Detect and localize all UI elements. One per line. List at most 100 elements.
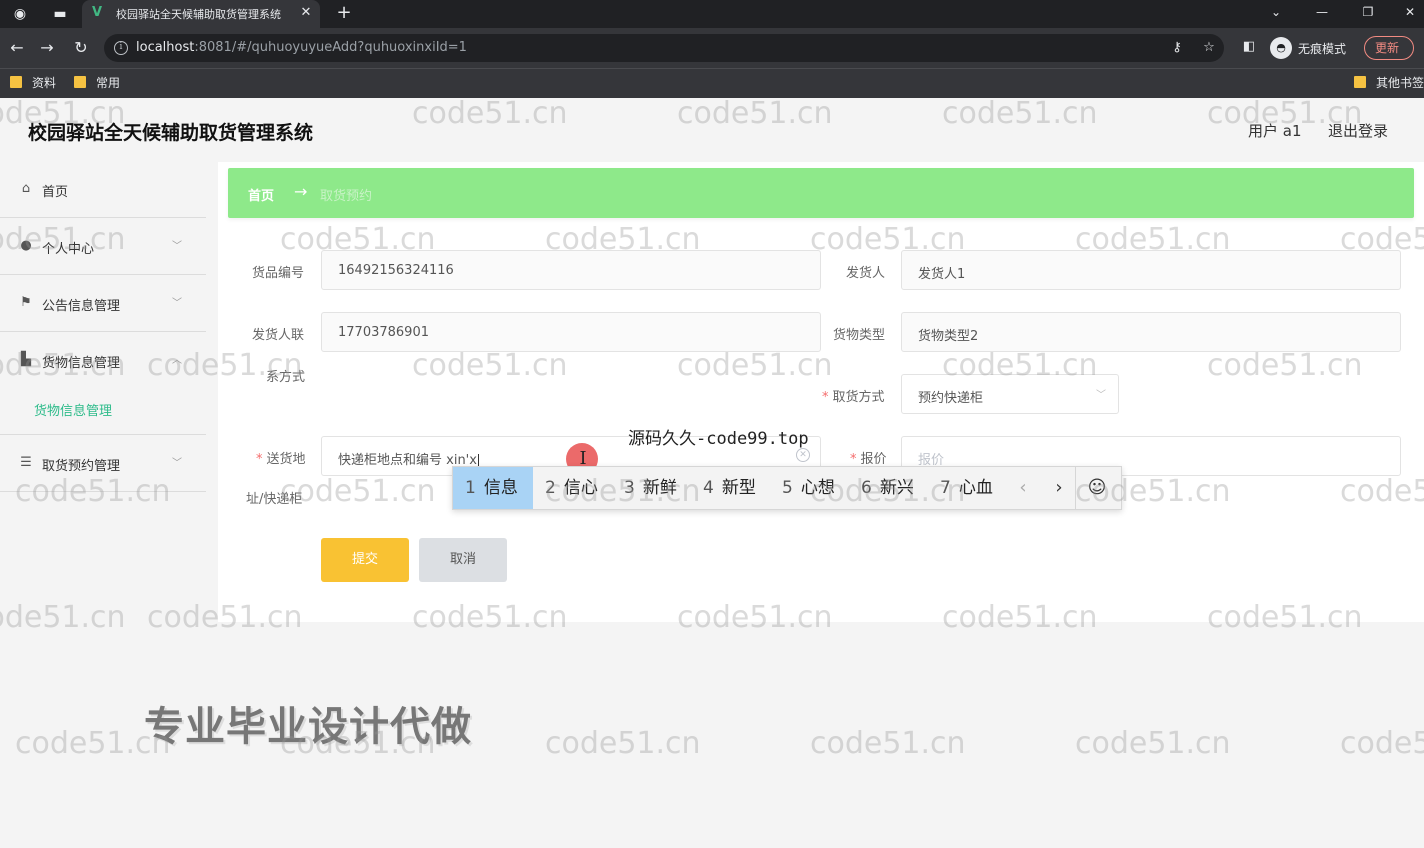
emoji-icon[interactable]: ☺ [1085,476,1109,500]
ime-prev-icon[interactable]: ‹ [1009,467,1037,509]
minimize-icon[interactable]: — [1308,2,1336,22]
restore-icon[interactable]: ❐ [1354,2,1382,22]
sidebar-item-label: 货物信息管理 [42,356,121,371]
breadcrumb-home[interactable]: 首页 [248,185,274,204]
sidebar-item-pickup[interactable]: ☰ 取货预约管理 ﹀ [0,436,206,492]
submit-button[interactable]: 提交 [321,538,409,582]
ime-candidate[interactable]: 7 心血 [940,467,993,509]
pickup-method-label-text: 取货方式 [832,390,885,405]
ime-separator [1075,467,1076,509]
app-title: 校园驿站全天候辅助取货管理系统 [28,122,314,144]
browser-tab-bar: ◉ ▬ V 校园驿站全天候辅助取货管理系统 ✕ + ⌄ — ❐ ✕ [0,0,1424,28]
sender-field[interactable]: 发货人1 [901,250,1401,290]
address-bar[interactable]: i localhost:8081/#/quhuoyuyueAdd?quhuoxi… [104,34,1224,62]
required-mark: * [850,452,857,467]
ime-candidate-bar: 1 信息 2 信心 3 新鲜 4 新型 5 心想 6 新兴 7 心血 ‹ › ☺ [452,466,1122,510]
bookmark-folder[interactable]: 常用 [74,74,134,92]
ime-candidate[interactable]: 2 信心 [545,467,598,509]
sidebar-item-personal[interactable]: ● 个人中心 ﹀ [0,219,206,275]
required-mark: * [256,452,263,467]
sidebar-item-label: 公告信息管理 [42,299,121,314]
goods-no-value: 16492156324116 [338,263,454,278]
sidebar-item-announcements[interactable]: ⚑ 公告信息管理 ﹀ [0,276,206,332]
breadcrumb-separator: → [294,182,308,201]
goods-type-value: 货物类型2 [918,329,979,344]
tab-search-icon[interactable]: ▬ [50,4,70,24]
address-label: * 送货地 [256,448,306,467]
reload-icon[interactable]: ↻ [70,38,92,58]
folder-icon [10,76,22,88]
url-text: localhost:8081/#/quhuoyuyueAdd?quhuoxinx… [136,40,467,56]
bookmark-label: 常用 [96,76,121,90]
sidebar-item-label: 个人中心 [42,242,95,257]
ime-candidate-num: 3 [624,478,635,498]
cancel-button[interactable]: 取消 [419,538,507,582]
ime-next-icon[interactable]: › [1045,467,1073,509]
browser-tab-active[interactable]: V 校园驿站全天候辅助取货管理系统 ✕ [82,0,320,28]
close-window-icon[interactable]: ✕ [1396,2,1424,22]
sidebar-item-goods[interactable]: ▙ 货物信息管理 ︿ [0,333,206,389]
pickup-method-select[interactable]: 预约快递柜 ﹀ [901,374,1119,414]
sender-phone-label-cont: 系方式 [266,370,306,385]
chart-icon: ▙ [21,352,31,367]
sender-phone-label: 发货人联 [252,328,305,343]
side-panel-icon[interactable]: ◧ [1240,38,1258,56]
price-label: * 报价 [850,448,887,467]
clear-icon[interactable]: ✕ [796,448,810,462]
globe-icon[interactable]: ◉ [10,4,30,24]
submenu-item-goods[interactable]: 货物信息管理 [0,390,206,435]
ime-candidate-text: 信心 [563,478,598,498]
pickup-method-label: * 取货方式 [822,386,885,405]
info-icon[interactable]: i [114,41,128,55]
ime-candidate-text: 心血 [958,478,993,498]
ime-candidate-text: 新型 [721,478,756,498]
ime-candidate[interactable]: 1 信息 [453,467,533,509]
sidebar-item-label: 首页 [42,185,69,200]
star-icon[interactable]: ☆ [1200,39,1218,57]
ime-candidate-text: 新鲜 [642,478,677,498]
sidebar-item-label: 取货预约管理 [42,459,121,474]
other-bookmarks[interactable]: 其他书签 [1354,74,1424,92]
ime-candidate[interactable]: 5 心想 [782,467,835,509]
home-icon: ⌂ [21,181,31,196]
chevron-up-icon: ︿ [172,355,182,366]
sidebar-item-home[interactable]: ⌂ 首页 [0,162,206,218]
key-icon[interactable]: ⚷ [1168,39,1186,57]
goods-type-field[interactable]: 货物类型2 [901,312,1401,352]
required-mark: * [822,390,829,405]
address-label-cont: 址/快递柜 [246,492,303,507]
ime-candidate[interactable]: 4 新型 [703,467,756,509]
overlay-watermark-text: 源码久久-code99.top [628,429,809,449]
ime-candidate[interactable]: 6 新兴 [861,467,914,509]
ime-candidate-num: 2 [545,478,556,498]
ime-candidate-num: 1 [465,478,476,498]
app-header: 校园驿站全天候辅助取货管理系统 用户 a1 退出登录 [0,98,1424,162]
goods-no-field[interactable]: 16492156324116 [321,250,821,290]
tab-close-icon[interactable]: ✕ [298,4,314,22]
sender-phone-field[interactable]: 17703786901 [321,312,821,352]
new-tab-icon[interactable]: + [334,3,354,23]
vue-favicon-icon: V [92,5,103,20]
bookmark-label: 资料 [32,76,57,90]
address-label-text: 送货地 [266,452,306,467]
goods-no-label: 货品编号 [252,266,305,281]
folder-icon [1354,76,1366,88]
forward-icon[interactable]: → [36,38,58,58]
bookmark-folder[interactable]: 资料 [10,74,70,92]
ime-candidate[interactable]: 3 新鲜 [624,467,677,509]
chevron-down-icon: ﹀ [172,241,182,252]
update-button[interactable]: 更新 [1364,36,1414,60]
tab-list-icon[interactable]: ⌄ [1262,2,1290,22]
price-label-text: 报价 [860,452,887,467]
chevron-down-icon: ﹀ [172,458,182,469]
back-icon[interactable]: ← [6,38,28,58]
incognito-indicator[interactable]: ◓ 无痕模式 [1268,35,1354,61]
bookmarks-bar: 资料 常用 其他书签 [0,68,1424,98]
promo-text: 专业毕业设计代做 [144,704,472,750]
list-icon: ☰ [20,455,32,470]
breadcrumb-current: 取货预约 [320,189,373,204]
bookmark-label: 其他书签 [1376,76,1424,90]
url-path: :8081/#/quhuoyuyueAdd?quhuoxinxiId=1 [194,40,467,55]
browser-nav-bar: ← → ↻ i localhost:8081/#/quhuoyuyueAdd?q… [0,28,1424,68]
logout-link[interactable]: 退出登录 [1328,120,1388,141]
